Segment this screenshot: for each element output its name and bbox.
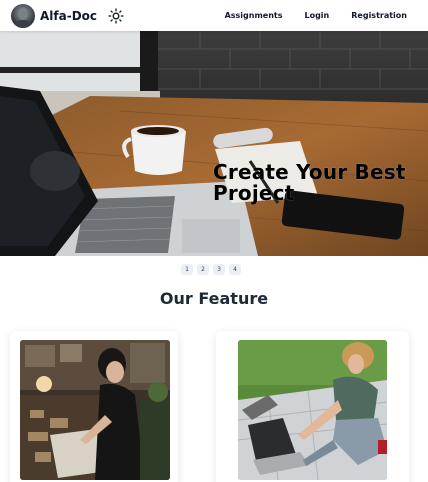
hero-title: Create Your Best Project	[213, 160, 406, 205]
brand[interactable]: Alfa-Doc	[11, 3, 98, 28]
page-button-2[interactable]: 2	[197, 264, 209, 275]
feature-card-image	[238, 340, 387, 480]
hero-image	[0, 31, 428, 256]
hero-banner: Create Your Best Project	[0, 31, 428, 256]
nav-link-assignments[interactable]: Assignments	[225, 11, 283, 20]
carousel-pagination: 1 2 3 4	[181, 264, 241, 275]
theme-toggle-button[interactable]	[107, 7, 125, 25]
feature-card-image	[20, 340, 170, 480]
page-button-3[interactable]: 3	[213, 264, 225, 275]
navbar: Alfa-Doc Assignments Login Registration	[0, 0, 428, 31]
brand-name: Alfa-Doc	[40, 8, 98, 23]
sun-icon	[108, 7, 124, 24]
features-title: Our Feature	[159, 289, 269, 308]
nav-link-registration[interactable]: Registration	[351, 11, 407, 20]
brand-logo-avatar	[11, 3, 35, 28]
feature-card[interactable]	[216, 331, 409, 482]
page-button-4[interactable]: 4	[229, 264, 241, 275]
feature-card[interactable]	[10, 331, 178, 482]
page-button-1[interactable]: 1	[181, 264, 193, 275]
nav-link-login[interactable]: Login	[304, 11, 329, 20]
nav-links: Assignments Login Registration	[225, 11, 407, 20]
